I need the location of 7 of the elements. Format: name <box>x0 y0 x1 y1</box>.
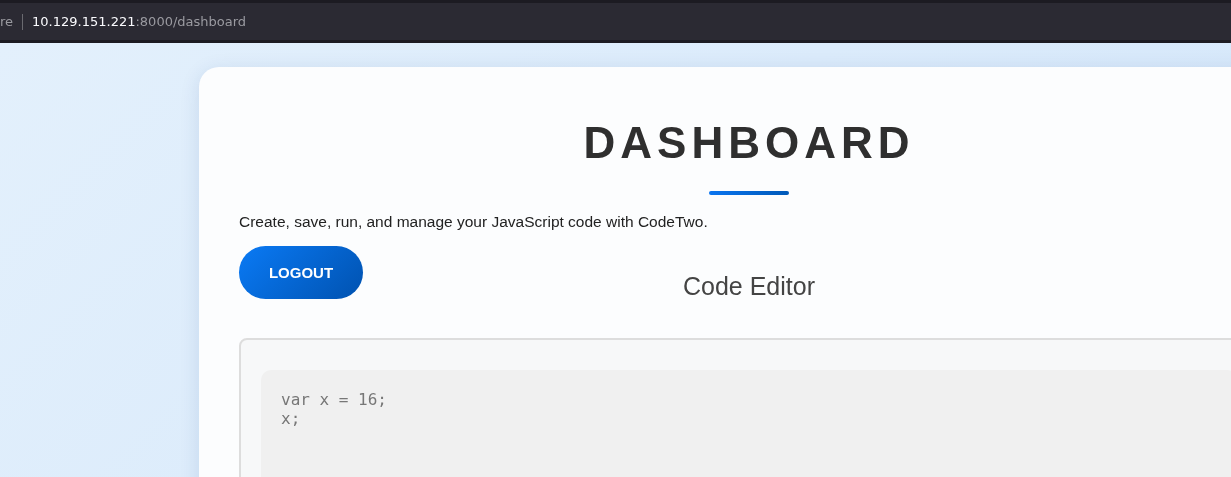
address-field[interactable]: 10.129.151.221:8000/dashboard <box>32 14 247 29</box>
logout-button[interactable]: LOGOUT <box>239 246 363 299</box>
description-text: Create, save, run, and manage your JavaScript code with CodeTwo. <box>239 213 709 231</box>
editor-heading: Code Editor <box>683 271 815 302</box>
security-label: re <box>0 14 14 29</box>
code-editor[interactable]: var x = 16; x; <box>261 370 1231 477</box>
page-title: DASHBOARD <box>582 117 916 169</box>
